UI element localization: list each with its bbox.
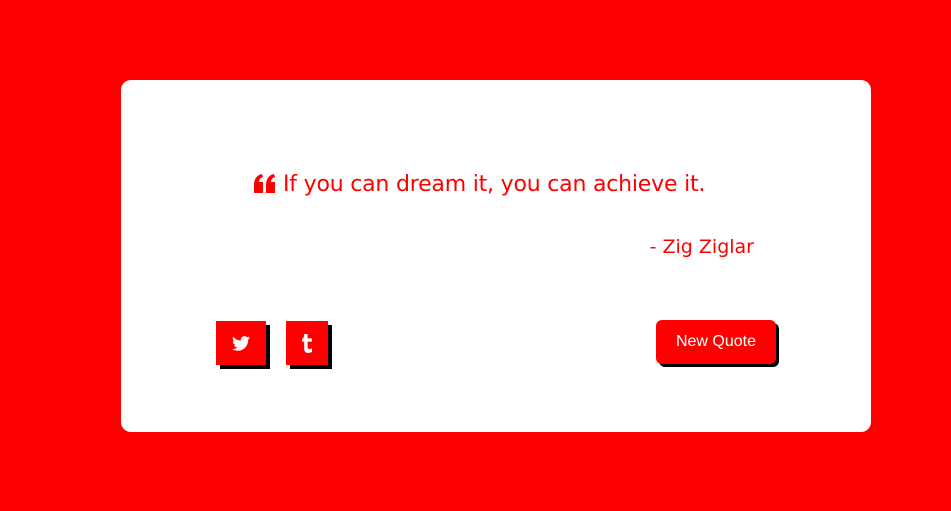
author-container: - Zig Ziglar xyxy=(0,0,755,511)
tweet-button[interactable] xyxy=(216,321,266,365)
tumblr-icon xyxy=(301,333,313,353)
quote-author: - Zig Ziglar xyxy=(649,236,754,258)
new-quote-button[interactable]: New Quote xyxy=(656,320,776,364)
twitter-icon xyxy=(232,335,250,351)
tumblr-button[interactable] xyxy=(286,321,328,365)
